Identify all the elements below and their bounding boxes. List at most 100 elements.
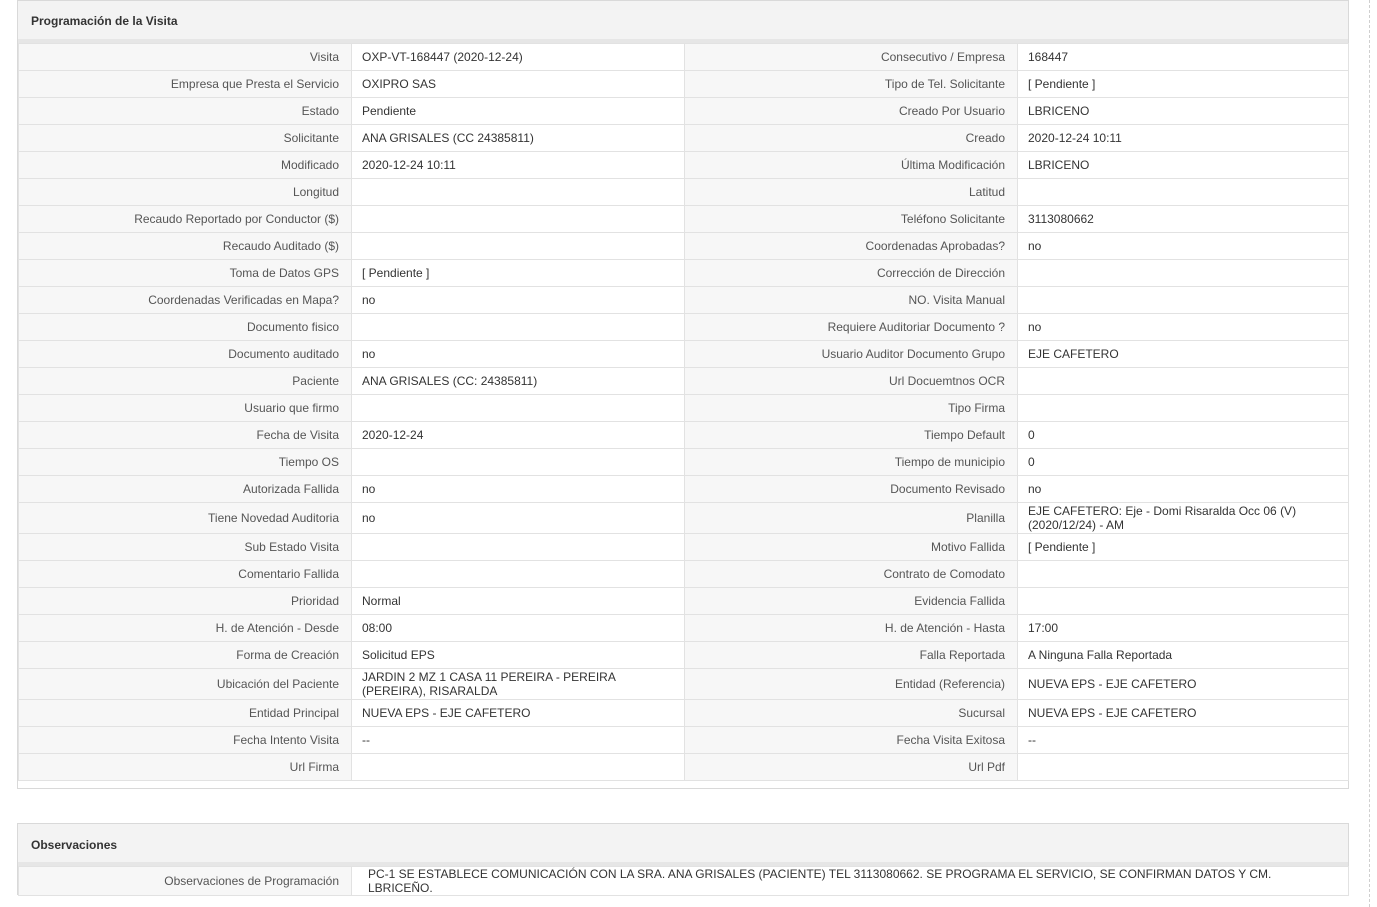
field-label-right: Usuario Auditor Documento Grupo <box>684 340 1018 368</box>
field-row: Forma de Creación Solicitud EPS Falla Repo… <box>18 641 1349 669</box>
field-value-left <box>351 232 685 260</box>
field-label-left: Recaudo Auditado ($) <box>18 232 352 260</box>
field-label-left: Paciente <box>18 367 352 395</box>
field-value-right: 0 <box>1017 421 1349 449</box>
field-row: Prioridad Normal Evidencia Fallida <box>18 587 1349 615</box>
field-label-left: Coordenadas Verificadas en Mapa? <box>18 286 352 314</box>
field-value-left: no <box>351 502 685 534</box>
field-label-left: Fecha de Visita <box>18 421 352 449</box>
field-value-left: [ Pendiente ] <box>351 259 685 287</box>
field-value-left: NUEVA EPS - EJE CAFETERO <box>351 699 685 727</box>
field-value-left: 2020-12-24 10:11 <box>351 151 685 179</box>
field-label-left: Ubicación del Paciente <box>18 668 352 700</box>
field-label-left: Documento auditado <box>18 340 352 368</box>
field-label-left: Empresa que Presta el Servicio <box>18 70 352 98</box>
field-label-left: Url Firma <box>18 753 352 781</box>
field-row: Solicitante ANA GRISALES (CC 24385811) Cre… <box>18 124 1349 152</box>
field-value-left <box>351 205 685 233</box>
field-label-right: Motivo Fallida <box>684 533 1018 561</box>
field-label-right: Tipo de Tel. Solicitante <box>684 70 1018 98</box>
field-label-left: Visita <box>18 43 352 71</box>
field-row: Tiene Novedad Auditoria no Planilla EJE CA… <box>18 502 1349 534</box>
field-label-left: Sub Estado Visita <box>18 533 352 561</box>
field-value-right: -- <box>1017 726 1349 754</box>
field-label-left: Estado <box>18 97 352 125</box>
programacion-panel: Programación de la Visita Visita OXP-VT-1… <box>17 0 1349 789</box>
field-value-left: ANA GRISALES (CC 24385811) <box>351 124 685 152</box>
field-value-right: 168447 <box>1017 43 1349 71</box>
programacion-title: Programación de la Visita <box>18 1 1348 43</box>
field-row: Fecha de Visita 2020-12-24 Tiempo Default… <box>18 421 1349 449</box>
field-row: Tiempo OS Tiempo de municipio 0 <box>18 448 1349 476</box>
field-value-right: no <box>1017 232 1349 260</box>
field-value-left <box>351 533 685 561</box>
field-label-right: Entidad (Referencia) <box>684 668 1018 700</box>
field-label-right: Última Modificación <box>684 151 1018 179</box>
field-row: Fecha Intento Visita -- Fecha Visita Exit… <box>18 726 1349 754</box>
field-label-right: Creado <box>684 124 1018 152</box>
field-value-right: EJE CAFETERO <box>1017 340 1349 368</box>
field-label-left: Fecha Intento Visita <box>18 726 352 754</box>
field-label-left: Tiempo OS <box>18 448 352 476</box>
field-value-right: LBRICENO <box>1017 97 1349 125</box>
field-value-left <box>351 313 685 341</box>
field-row: H. de Atención - Desde 08:00 H. de Atenció… <box>18 614 1349 642</box>
field-label-right: H. de Atención - Hasta <box>684 614 1018 642</box>
field-value-left <box>351 394 685 422</box>
field-value-left: Solicitud EPS <box>351 641 685 669</box>
programacion-table: Visita OXP-VT-168447 (2020-12-24) Consecut… <box>18 43 1349 781</box>
field-label-right: Corrección de Dirección <box>684 259 1018 287</box>
field-label-left: Entidad Principal <box>18 699 352 727</box>
field-row: Empresa que Presta el Servicio OXIPRO SAS… <box>18 70 1349 98</box>
field-label-left: Usuario que firmo <box>18 394 352 422</box>
field-row: Coordenadas Verificadas en Mapa? no NO. V… <box>18 286 1349 314</box>
field-value-left: -- <box>351 726 685 754</box>
field-label-left: Tiene Novedad Auditoria <box>18 502 352 534</box>
field-value-right <box>1017 259 1349 287</box>
field-value-left <box>351 753 685 781</box>
field-label-right: Latitud <box>684 178 1018 206</box>
field-row: Usuario que firmo Tipo Firma <box>18 394 1349 422</box>
field-label-right: Tipo Firma <box>684 394 1018 422</box>
field-label-left: Documento fisico <box>18 313 352 341</box>
field-value-left: JARDIN 2 MZ 1 CASA 11 PEREIRA - PEREIRA … <box>351 668 685 700</box>
observaciones-title: Observaciones <box>18 824 1348 866</box>
field-row: Sub Estado Visita Motivo Fallida[ Pendien… <box>18 533 1349 561</box>
field-label-right: Tiempo Default <box>684 421 1018 449</box>
field-label-right: Contrato de Comodato <box>684 560 1018 588</box>
field-value-right: NUEVA EPS - EJE CAFETERO <box>1017 699 1349 727</box>
field-label-left: Solicitante <box>18 124 352 152</box>
field-label-right: Url Pdf <box>684 753 1018 781</box>
field-label-right: Evidencia Fallida <box>684 587 1018 615</box>
field-value-right: 3113080662 <box>1017 205 1349 233</box>
field-value-right <box>1017 394 1349 422</box>
field-label-right: Documento Revisado <box>684 475 1018 503</box>
field-row: Comentario Fallida Contrato de Comodato <box>18 560 1349 588</box>
field-value-left: ANA GRISALES (CC: 24385811) <box>351 367 685 395</box>
field-label-left: Prioridad <box>18 587 352 615</box>
field-label-right: Requiere Auditoriar Documento ? <box>684 313 1018 341</box>
field-label-left: Longitud <box>18 178 352 206</box>
field-value-right <box>1017 753 1349 781</box>
field-value-right: EJE CAFETERO: Eje - Domi Risaralda Occ 0… <box>1017 502 1349 534</box>
field-label-right: Sucursal <box>684 699 1018 727</box>
field-row: Longitud Latitud <box>18 178 1349 206</box>
observaciones-panel: Observaciones Observaciones de Programac… <box>17 823 1349 896</box>
field-label-right: Falla Reportada <box>684 641 1018 669</box>
field-value-left <box>351 178 685 206</box>
field-label-right: Creado Por Usuario <box>684 97 1018 125</box>
field-row: Toma de Datos GPS[ Pendiente ] Corrección… <box>18 259 1349 287</box>
field-row: Estado Pendiente Creado Por Usuario LBRICEN… <box>18 97 1349 125</box>
observaciones-label: Observaciones de Programación <box>18 866 352 896</box>
field-label-right: Coordenadas Aprobadas? <box>684 232 1018 260</box>
field-label-right: Planilla <box>684 502 1018 534</box>
field-label-left: Modificado <box>18 151 352 179</box>
field-value-left: 2020-12-24 <box>351 421 685 449</box>
field-value-left: no <box>351 286 685 314</box>
field-value-right: [ Pendiente ] <box>1017 533 1349 561</box>
field-label-right: Fecha Visita Exitosa <box>684 726 1018 754</box>
field-value-right: [ Pendiente ] <box>1017 70 1349 98</box>
field-label-right: NO. Visita Manual <box>684 286 1018 314</box>
field-value-left: OXIPRO SAS <box>351 70 685 98</box>
field-label-left: Toma de Datos GPS <box>18 259 352 287</box>
